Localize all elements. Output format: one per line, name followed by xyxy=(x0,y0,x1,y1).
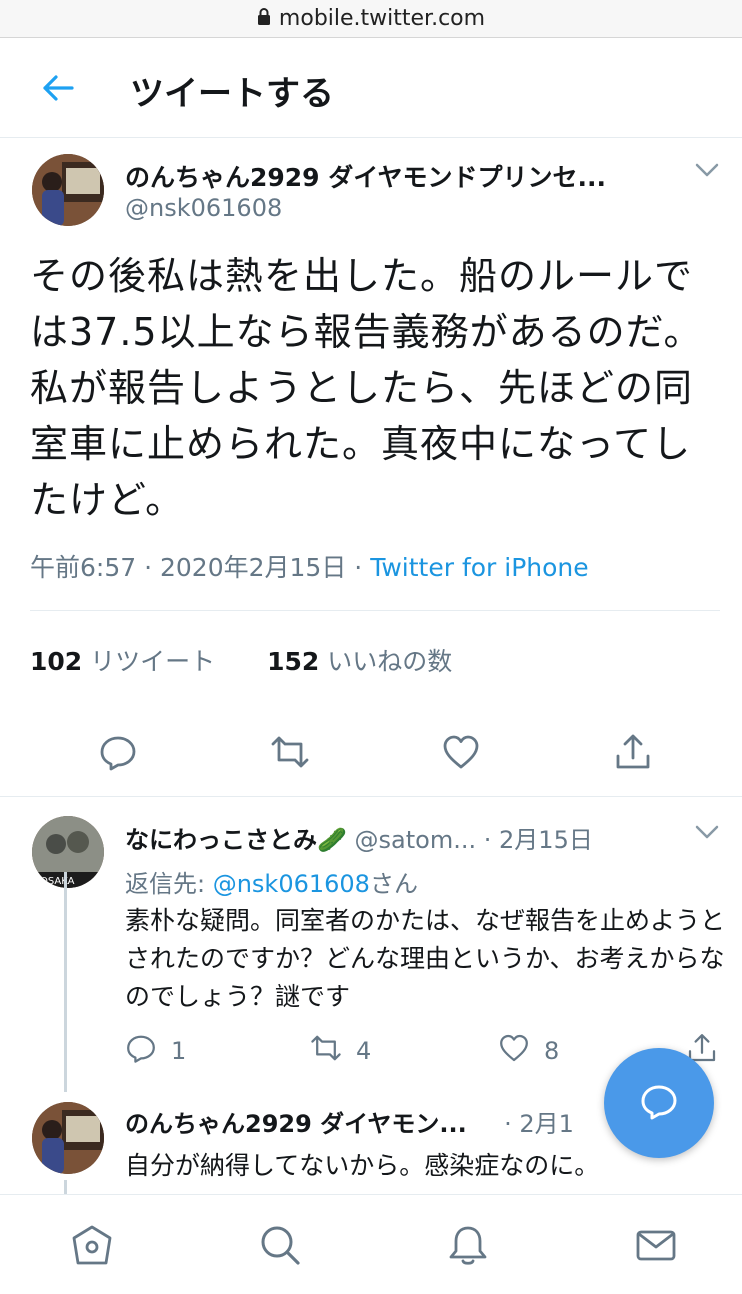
dot-separator: · xyxy=(483,826,492,854)
reply-author-name[interactable]: のんちゃん2929 ダイヤモン... xyxy=(125,1110,467,1138)
compose-icon xyxy=(639,1081,679,1125)
like-count[interactable]: 8 xyxy=(498,1032,559,1070)
arrow-left-icon[interactable] xyxy=(38,68,78,108)
svg-text:OSAKA: OSAKA xyxy=(40,876,75,887)
page-header: ツイートする xyxy=(0,38,742,138)
avatar[interactable] xyxy=(32,1102,104,1174)
reply-date[interactable]: 2月15日 xyxy=(499,826,593,854)
reply-author-name[interactable]: なにわっこさとみ🥒 xyxy=(125,826,347,854)
divider xyxy=(30,610,720,611)
thread-line xyxy=(64,872,67,1092)
reply-date[interactable]: 2月1 xyxy=(519,1110,574,1138)
reply-author: のんちゃん2929 ダイヤモン... · 2月1 xyxy=(125,1104,574,1139)
reply-icon[interactable] xyxy=(98,732,138,772)
heart-icon[interactable] xyxy=(441,732,481,772)
reply-text: 自分が納得してないから。感染症なのに。 xyxy=(125,1151,600,1180)
retweet-icon xyxy=(310,1032,342,1070)
retweet-count[interactable]: 4 xyxy=(310,1032,371,1070)
retweet-icon[interactable] xyxy=(270,732,310,772)
divider xyxy=(0,796,742,797)
browser-url-bar[interactable]: mobile.twitter.com xyxy=(0,0,742,38)
like-stat[interactable]: 152 いいねの数 xyxy=(267,647,452,676)
tweet-stats: 102 リツイート 152 いいねの数 xyxy=(30,642,452,678)
bottom-navigation xyxy=(0,1194,742,1294)
tweet-time[interactable]: 午前6:57 xyxy=(30,553,136,582)
share-icon[interactable] xyxy=(613,732,653,772)
tweet-timestamp: 午前6:57 · 2020年2月15日 · Twitter for iPhone xyxy=(30,548,589,584)
avatar[interactable] xyxy=(32,154,104,226)
dot-separator: · xyxy=(504,1110,512,1138)
tweet-author-handle[interactable]: @nsk061608 xyxy=(125,194,282,222)
replying-to: 返信先: @nsk061608さん xyxy=(125,870,418,898)
reply-author-handle[interactable]: @satom... xyxy=(355,826,477,854)
dot-separator: · xyxy=(354,553,363,582)
tweet-date[interactable]: 2020年2月15日 xyxy=(160,553,346,582)
reply-text: 素朴な疑問。同室者のかたは、なぜ報告を止めようとされたのですか？どんな理由という… xyxy=(125,906,726,1011)
heart-icon xyxy=(498,1032,530,1070)
chevron-down-icon[interactable] xyxy=(694,822,720,842)
messages-icon[interactable] xyxy=(634,1223,678,1267)
reply-author: なにわっこさとみ🥒 @satom... · 2月15日 xyxy=(125,820,593,855)
reply-count[interactable]: 1 xyxy=(125,1032,186,1070)
home-icon[interactable] xyxy=(70,1223,114,1267)
tweet-author-name[interactable]: のんちゃん2929 ダイヤモンドプリンセ... xyxy=(125,158,606,194)
search-icon[interactable] xyxy=(258,1223,302,1267)
page-title: ツイートする xyxy=(130,74,334,114)
url-text: mobile.twitter.com xyxy=(278,6,486,31)
tweet-text: その後私は熱を出した。船のルールでは37.5以上なら報告義務があるのだ。私が報告… xyxy=(30,254,703,522)
notifications-icon[interactable] xyxy=(446,1223,490,1267)
compose-button[interactable] xyxy=(604,1048,714,1158)
chevron-down-icon[interactable] xyxy=(694,160,720,180)
avatar[interactable]: OSAKA xyxy=(32,816,104,888)
lock-icon xyxy=(257,6,271,31)
reply-icon xyxy=(125,1032,157,1070)
tweet-source-link[interactable]: Twitter for iPhone xyxy=(370,553,588,582)
dot-separator: · xyxy=(144,553,153,582)
retweet-stat[interactable]: 102 リツイート xyxy=(30,647,215,676)
mention-link[interactable]: @nsk061608 xyxy=(213,870,370,898)
